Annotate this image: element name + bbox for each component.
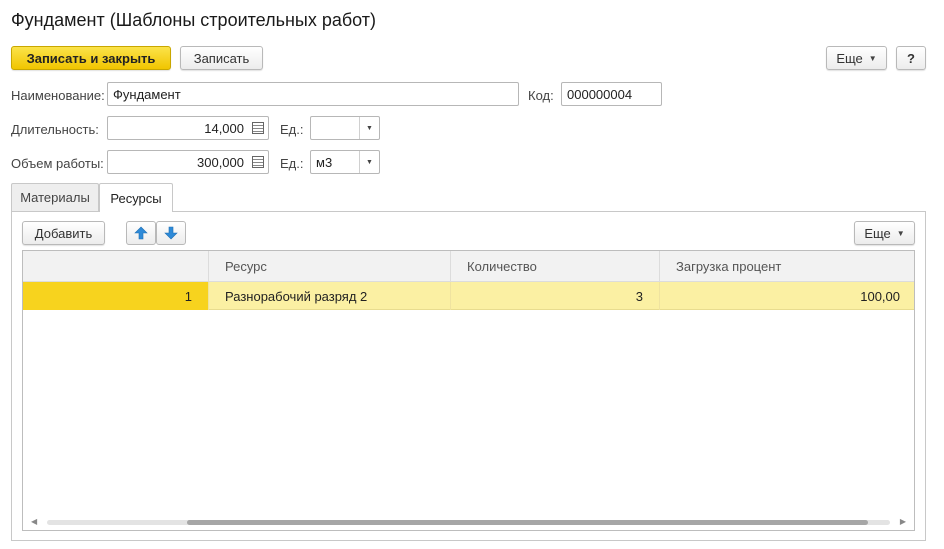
move-up-button[interactable] (126, 221, 156, 245)
add-button[interactable]: Добавить (22, 221, 105, 245)
volume-unit-select[interactable]: м3 ▼ (310, 150, 380, 174)
duration-label: Длительность: (11, 122, 99, 137)
table-more-menu-label: Еще (864, 225, 891, 241)
more-menu-button[interactable]: Еще ▼ (826, 46, 887, 70)
volume-field[interactable]: 300,000 (107, 150, 269, 174)
move-up-icon (134, 226, 148, 240)
duration-field[interactable]: 14,000 (107, 116, 269, 140)
volume-value: 300,000 (197, 154, 244, 170)
save-and-close-button[interactable]: Записать и закрыть (11, 46, 171, 70)
volume-unit-value: м3 (316, 154, 333, 170)
dropdown-arrow-icon[interactable]: ▼ (359, 117, 379, 139)
load-percent-cell[interactable]: 100,00 (659, 282, 914, 310)
calendar-icon[interactable] (252, 122, 264, 134)
code-label: Код: (528, 88, 554, 103)
dropdown-arrow-icon: ▼ (868, 53, 877, 63)
name-label: Наименование: (11, 88, 105, 103)
volume-label: Объем работы: (11, 156, 104, 171)
table-header: Ресурс Количество Загрузка процент (23, 251, 914, 282)
tab-resources[interactable]: Ресурсы (99, 183, 173, 212)
quantity-cell[interactable]: 3 (450, 282, 659, 310)
duration-value: 14,000 (204, 120, 244, 136)
name-field[interactable]: Фундамент (107, 82, 519, 106)
row-number-cell[interactable]: 1 (23, 282, 208, 310)
resources-table[interactable]: Ресурс Количество Загрузка процент 1 Раз… (22, 250, 915, 531)
dropdown-arrow-icon[interactable]: ▼ (359, 151, 379, 173)
save-button[interactable]: Записать (180, 46, 263, 70)
resource-cell[interactable]: Разнорабочий разряд 2 (208, 282, 450, 310)
duration-unit-select[interactable]: ▼ (310, 116, 380, 140)
duration-unit-label: Ед.: (280, 122, 304, 137)
scroll-left-icon[interactable]: ◀ (31, 517, 37, 526)
volume-unit-label: Ед.: (280, 156, 304, 171)
column-header-quantity[interactable]: Количество (450, 251, 659, 282)
code-field[interactable]: 000000004 (561, 82, 662, 106)
scroll-right-icon[interactable]: ▶ (900, 517, 906, 526)
horizontal-scrollbar[interactable]: ◀ ▶ (23, 514, 914, 530)
column-header-load-percent[interactable]: Загрузка процент (659, 251, 914, 282)
page-title: Фундамент (Шаблоны строительных работ) (11, 10, 377, 30)
column-header-resource[interactable]: Ресурс (208, 251, 450, 282)
scroll-thumb[interactable] (187, 520, 868, 525)
dropdown-arrow-icon: ▼ (896, 228, 905, 238)
table-more-menu-button[interactable]: Еще ▼ (854, 221, 915, 245)
calendar-icon[interactable] (252, 156, 264, 168)
move-down-button[interactable] (156, 221, 186, 245)
tab-materials[interactable]: Материалы (11, 183, 99, 211)
table-row[interactable]: 1 Разнорабочий разряд 2 3 100,00 (23, 282, 914, 310)
more-menu-label: Еще (836, 50, 863, 66)
move-down-icon (164, 226, 178, 240)
column-header-number[interactable] (23, 251, 208, 282)
help-button[interactable]: ? (896, 46, 926, 70)
